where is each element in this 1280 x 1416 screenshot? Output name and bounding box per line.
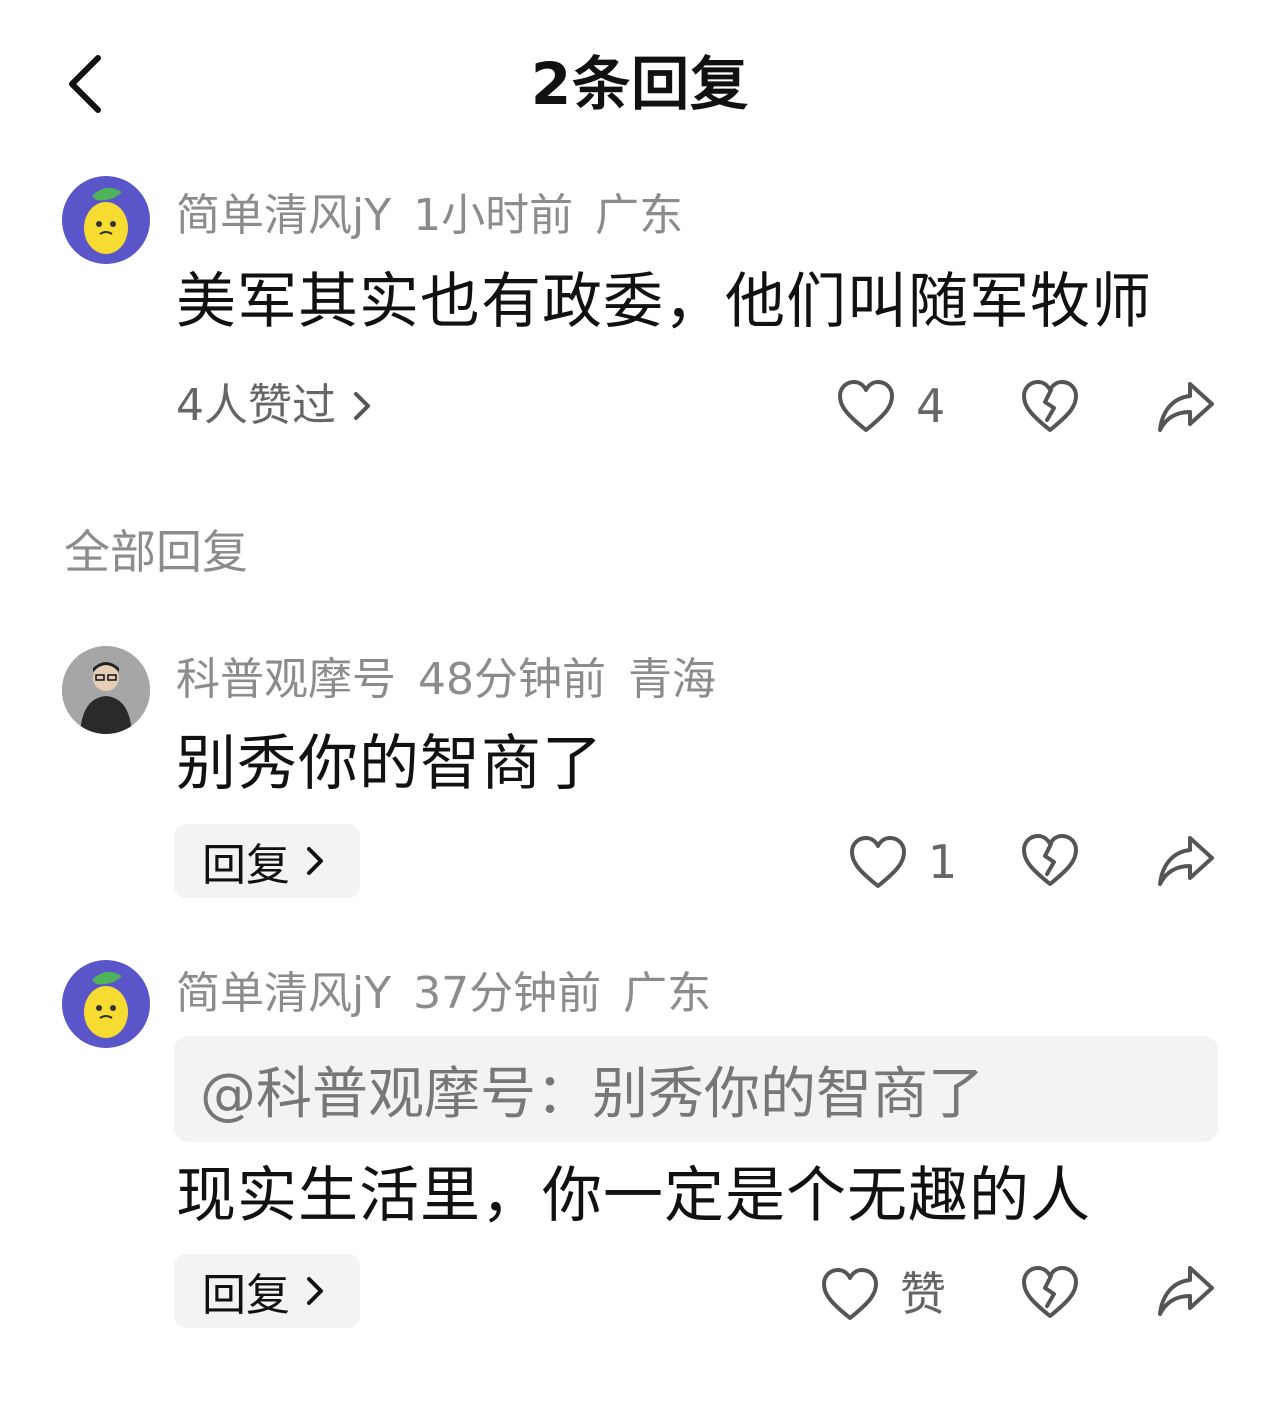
heart-outline-icon [850, 836, 906, 888]
timestamp: 48分钟前 [418, 654, 606, 705]
dislike-button[interactable] [1020, 832, 1080, 888]
timestamp: 37分钟前 [413, 968, 602, 1019]
heart-outline-icon [838, 380, 894, 432]
username[interactable]: 科普观摩号 [176, 654, 396, 705]
like-button[interactable]: 赞 [820, 1264, 946, 1324]
comment-text: 别秀你的智商了 [176, 729, 603, 799]
share-arrow-icon [1158, 836, 1214, 886]
like-count: 1 [928, 835, 958, 889]
chevron-right-icon [354, 392, 370, 420]
lemon-avatar-icon [84, 187, 128, 254]
page-title: 2条回复 [530, 50, 750, 118]
like-button[interactable]: 1 [848, 832, 957, 892]
broken-heart-icon [1022, 380, 1078, 432]
chevron-right-icon [307, 847, 323, 875]
location: 广东 [623, 968, 712, 1019]
dislike-button[interactable] [1020, 1264, 1080, 1320]
chevron-right-icon [307, 1277, 323, 1305]
like-button[interactable]: 4 [836, 376, 945, 436]
reply-label: 回复 [202, 840, 290, 891]
location: 广东 [595, 190, 684, 241]
share-button[interactable] [1156, 832, 1216, 888]
broken-heart-icon [1022, 834, 1078, 886]
share-arrow-icon [1158, 382, 1214, 432]
heart-outline-icon [822, 1268, 878, 1320]
share-button[interactable] [1156, 1262, 1216, 1318]
avatar[interactable] [62, 960, 150, 1048]
avatar[interactable] [62, 176, 150, 264]
comment-text: 现实生活里，你一定是个无趣的人 [176, 1161, 1091, 1231]
username[interactable]: 简单清风jY [176, 968, 391, 1019]
section-label: 全部回复 [64, 525, 248, 579]
comment-text: 美军其实也有政委，他们叫随军牧师 [176, 267, 1152, 337]
reply-button[interactable]: 回复 [174, 824, 360, 898]
comment-meta: 科普观摩号 48分钟前 青海 [176, 650, 738, 710]
comment-meta: 简单清风jY 37分钟前 广东 [176, 964, 733, 1024]
likes-summary-label: 4人赞过 [176, 380, 336, 431]
timestamp: 1小时前 [413, 190, 574, 241]
share-button[interactable] [1156, 378, 1216, 434]
username[interactable]: 简单清风jY [176, 190, 391, 241]
share-arrow-icon [1158, 1266, 1214, 1316]
comment-meta: 简单清风jY 1小时前 广东 [176, 186, 705, 246]
reply-button[interactable]: 回复 [174, 1254, 360, 1328]
avatar[interactable] [62, 646, 150, 734]
like-label: 赞 [900, 1267, 946, 1321]
reply-label: 回复 [202, 1270, 290, 1321]
quoted-reply[interactable]: @科普观摩号：别秀你的智商了 [174, 1036, 1218, 1142]
lemon-avatar-icon [84, 971, 128, 1038]
like-count: 4 [916, 379, 946, 433]
broken-heart-icon [1022, 1266, 1078, 1318]
dislike-button[interactable] [1020, 378, 1080, 434]
person-avatar-icon [62, 646, 150, 734]
likes-summary-link[interactable]: 4人赞过 [176, 376, 374, 436]
location: 青海 [628, 654, 716, 705]
